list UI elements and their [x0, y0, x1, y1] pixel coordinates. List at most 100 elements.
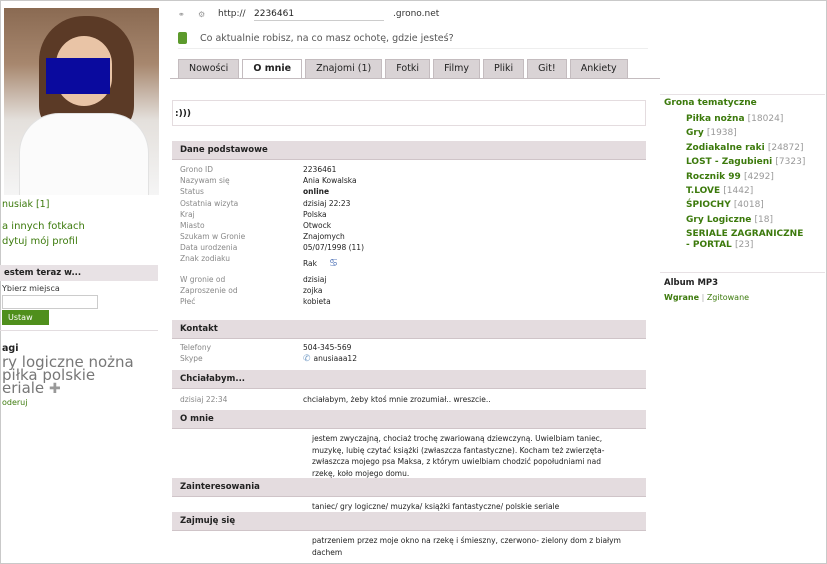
info-value: kobieta: [303, 296, 331, 306]
group-name[interactable]: Gry Logiczne: [686, 215, 751, 225]
profile-nick[interactable]: nusiak [1]: [2, 199, 49, 210]
where-input[interactable]: [2, 295, 98, 309]
info-value: Znajomych: [303, 232, 345, 242]
info-value: Ania Kowalska: [303, 176, 357, 186]
link-icon: ⚭: [178, 10, 185, 19]
tag-football[interactable]: nożna: [88, 353, 133, 371]
shout-box: :))): [172, 100, 646, 126]
contact-section: Kontakt Telefony 504-345-569 Skype ✆ anusia…: [172, 320, 646, 364]
info-row: Płeć kobieta: [172, 296, 646, 307]
group-item[interactable]: Zodiakalne raki [24872]: [660, 141, 825, 155]
group-item[interactable]: Gry Logiczne [18]: [660, 213, 825, 227]
url-id-field[interactable]: 2236461: [254, 7, 384, 21]
zodiac-cancer-icon: ♋: [329, 258, 338, 269]
info-key: Zaproszenie od: [180, 285, 238, 295]
group-item[interactable]: Gry [1938]: [660, 126, 825, 140]
group-item[interactable]: T.LOVE [1442]: [660, 184, 825, 198]
set-place-button[interactable]: Ustaw: [2, 310, 49, 325]
other-photos-link[interactable]: a innych fotkach: [2, 221, 85, 232]
occupation-section: Zajmuję się patrzeniem przez moje okno n…: [172, 512, 646, 558]
group-count: [1442]: [723, 186, 754, 197]
moderate-tags-link[interactable]: oderuj: [2, 398, 27, 407]
info-row: Znak zodiaku Rak ♋: [172, 254, 646, 274]
info-key: Telefony: [180, 343, 212, 353]
gear-icon: ⚙: [198, 10, 206, 19]
info-row: Kraj Polska: [172, 209, 646, 220]
group-name[interactable]: Rocznik 99: [686, 172, 741, 182]
group-item[interactable]: Rocznik 99 [4292]: [660, 170, 825, 184]
phone-value: 504-345-569: [303, 343, 352, 353]
groups-panel: Grona tematyczne Piłka nożna [18024] Gry…: [660, 94, 825, 266]
group-item[interactable]: ŚPIOCHY [4018]: [660, 198, 825, 212]
info-value: Rak: [303, 259, 317, 268]
tab-about[interactable]: O mnie: [242, 59, 303, 79]
contact-heading: Kontakt: [172, 320, 646, 339]
group-name[interactable]: Zodiakalne raki: [686, 143, 765, 153]
tab-friends[interactable]: Znajomi (1): [305, 59, 383, 79]
info-key: Status: [180, 187, 204, 197]
info-row: Miasto Otwock: [172, 220, 646, 231]
skype-link[interactable]: anusiaaa12: [314, 354, 357, 363]
group-count: [4292]: [743, 171, 774, 182]
tab-news[interactable]: Nowości: [178, 59, 240, 79]
online-status: online: [303, 187, 330, 197]
group-name[interactable]: Gry: [686, 128, 704, 138]
info-value: 05/07/1998 (11): [303, 243, 365, 253]
info-row: Skype ✆ anusiaaa12: [172, 353, 646, 364]
info-value: dzisiaj: [303, 274, 327, 284]
tab-files[interactable]: Pliki: [483, 59, 525, 79]
wish-section: Chciałabym... dzisiaj 22:34 chciałabym, ż…: [172, 370, 646, 405]
group-item[interactable]: SERIALE ZAGRANICZNE - PORTAL [23]: [660, 227, 810, 251]
group-count: [1938]: [706, 128, 737, 139]
info-row: Telefony 504-345-569: [172, 342, 646, 353]
tab-polls[interactable]: Ankiety: [569, 59, 628, 79]
groups-heading: Grona tematyczne: [664, 98, 757, 108]
info-row: Zaproszenie od zojka: [172, 285, 646, 296]
group-name[interactable]: T.LOVE: [686, 186, 720, 196]
edit-profile-link[interactable]: dytuj mój profil: [2, 236, 78, 247]
tag-series[interactable]: eriale: [2, 379, 44, 397]
wish-heading: Chciałabym...: [172, 370, 646, 389]
shout-text: :))): [175, 109, 191, 119]
wish-time: dzisiaj 22:34: [180, 395, 228, 405]
info-row: Grono ID 2236461: [172, 164, 646, 175]
group-count: [18]: [754, 214, 773, 225]
info-key: Znak zodiaku: [180, 253, 231, 263]
inviter-link[interactable]: zojka: [303, 286, 322, 295]
photo-shirt: [19, 113, 149, 195]
interests-section: Zainteresowania taniec/ gry logiczne/ mu…: [172, 478, 646, 513]
info-key: Kraj: [180, 209, 195, 219]
tab-photos[interactable]: Fotki: [385, 59, 431, 79]
info-key: Szukam w Gronie: [180, 232, 246, 242]
tabs-underline: [170, 78, 660, 79]
info-value: Otwock: [303, 221, 332, 231]
album-uploaded-link[interactable]: Wgrane: [664, 293, 699, 302]
info-row: Ostatnia wizyta dzisiaj 22:23: [172, 198, 646, 209]
group-item[interactable]: LOST - Zagubieni [7323]: [660, 155, 825, 169]
profile-photo[interactable]: [4, 8, 159, 195]
info-key: W gronie od: [180, 274, 226, 284]
info-key: Ostatnia wizyta: [180, 198, 239, 208]
tab-git[interactable]: Git!: [527, 59, 567, 79]
info-value: Polska: [303, 209, 327, 219]
tags-cloud: ry logiczne nożna piłka polskie eriale ✚: [2, 353, 162, 397]
info-value: 2236461: [303, 165, 337, 175]
album-tagged-link[interactable]: Zgitowane: [707, 293, 749, 302]
wish-row: dzisiaj 22:34 chciałabym, żeby ktoś mnie …: [172, 394, 646, 405]
group-count: [4018]: [733, 200, 764, 211]
tab-movies[interactable]: Filmy: [433, 59, 481, 79]
info-key: Miasto: [180, 221, 205, 231]
group-name[interactable]: LOST - Zagubieni: [686, 157, 772, 167]
info-value: dzisiaj 22:23: [303, 198, 351, 208]
group-item[interactable]: Piłka nożna [18024]: [660, 112, 825, 126]
occupation-text: patrzeniem przez moje okno na rzekę i śm…: [312, 536, 621, 557]
info-row: Nazywam się Ania Kowalska: [172, 175, 646, 186]
status-input[interactable]: Co aktualnie robisz, na co masz ochotę, …: [200, 33, 454, 44]
url-scheme: http://: [218, 9, 246, 19]
status-bar[interactable]: Co aktualnie robisz, na co masz ochotę, …: [178, 29, 648, 49]
group-count: [23]: [734, 240, 754, 251]
interests-heading: Zainteresowania: [172, 478, 646, 497]
group-name[interactable]: ŚPIOCHY: [686, 200, 731, 210]
group-name[interactable]: Piłka nożna: [686, 114, 745, 124]
add-tag-icon[interactable]: ✚: [49, 381, 61, 397]
